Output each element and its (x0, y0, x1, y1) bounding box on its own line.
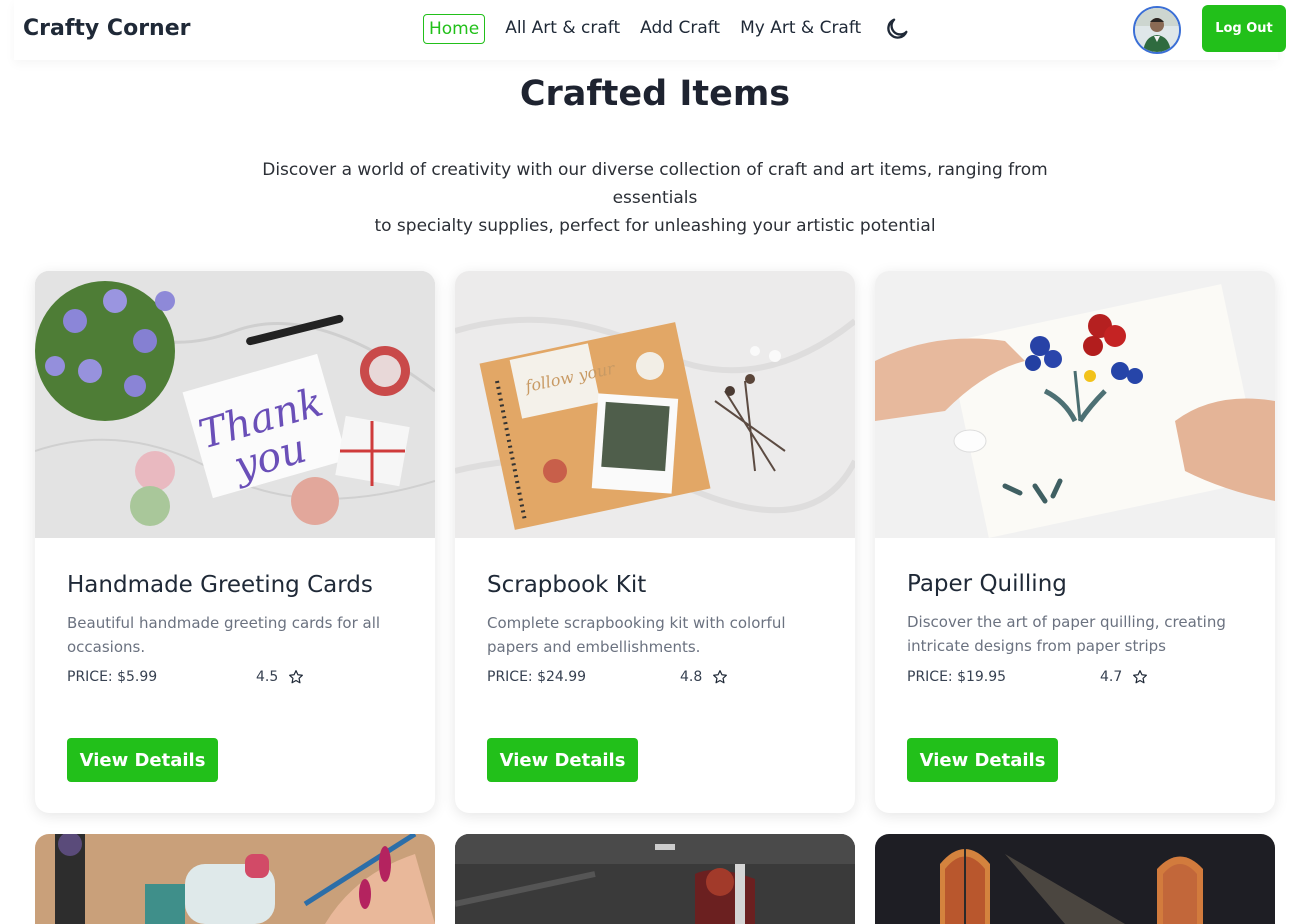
card-price: PRICE: $24.99 (487, 669, 587, 685)
view-details-button[interactable]: View Details (907, 738, 1058, 782)
craft-card-image-partial-painting (35, 834, 435, 924)
craft-card: follow your Scrapbook Kit Complete scrap… (455, 271, 855, 813)
star-icon (713, 670, 728, 684)
view-details-button[interactable]: View Details (487, 738, 638, 782)
card-image-paper-quilling (875, 271, 1275, 538)
craft-card: Paper Quilling Discover the art of paper… (875, 271, 1275, 813)
rating-value: 4.7 (1100, 669, 1123, 685)
navbar: Crafty Corner Home All Art & craft Add C… (14, 0, 1286, 60)
page-title: Crafted Items (519, 74, 791, 114)
subtitle-line-1: Discover a world of creativity with our … (262, 160, 1048, 208)
card-description: Complete scrapbooking kit with colorful … (487, 614, 786, 656)
card-price: PRICE: $19.95 (907, 669, 1007, 685)
craft-card: Thank you Handmade Greeting Cards Beauti… (35, 271, 435, 813)
card-title: Scrapbook Kit (487, 572, 647, 598)
user-avatar[interactable] (1133, 6, 1181, 54)
card-description: Discover the art of paper quilling, crea… (907, 613, 1226, 655)
view-details-button[interactable]: View Details (67, 738, 218, 782)
page-subtitle: Discover a world of creativity with our … (245, 156, 1065, 240)
rating-value: 4.8 (680, 669, 703, 685)
nav-link-all-art-craft[interactable]: All Art & craft (505, 14, 620, 44)
logout-button[interactable]: Log Out (1202, 5, 1286, 52)
card-image-scrapbook-kit: follow your (455, 271, 855, 538)
nav-link-home[interactable]: Home (423, 14, 486, 44)
nav-link-my-art-craft[interactable]: My Art & Craft (740, 14, 861, 44)
card-price: PRICE: $5.99 (67, 669, 158, 685)
card-image-greeting-cards: Thank you (35, 271, 435, 538)
star-icon (289, 670, 304, 684)
card-description: Beautiful handmade greeting cards for al… (67, 614, 381, 656)
card-rating: 4.7 (1100, 669, 1148, 685)
subtitle-line-2: to specialty supplies, perfect for unlea… (374, 216, 936, 236)
rating-value: 4.5 (256, 669, 279, 685)
card-rating: 4.8 (680, 669, 728, 685)
card-rating: 4.5 (256, 669, 304, 685)
card-title: Handmade Greeting Cards (67, 572, 373, 598)
card-title: Paper Quilling (907, 571, 1067, 597)
brand-logo[interactable]: Crafty Corner (23, 16, 190, 41)
star-icon (1133, 670, 1148, 684)
craft-card-image-partial-glass (455, 834, 855, 924)
moon-icon[interactable] (883, 15, 911, 43)
nav-link-add-craft[interactable]: Add Craft (640, 14, 720, 44)
nav-links: Home All Art & craft Add Craft My Art & … (423, 14, 911, 44)
craft-card-image-partial-stained-glass (875, 834, 1275, 924)
